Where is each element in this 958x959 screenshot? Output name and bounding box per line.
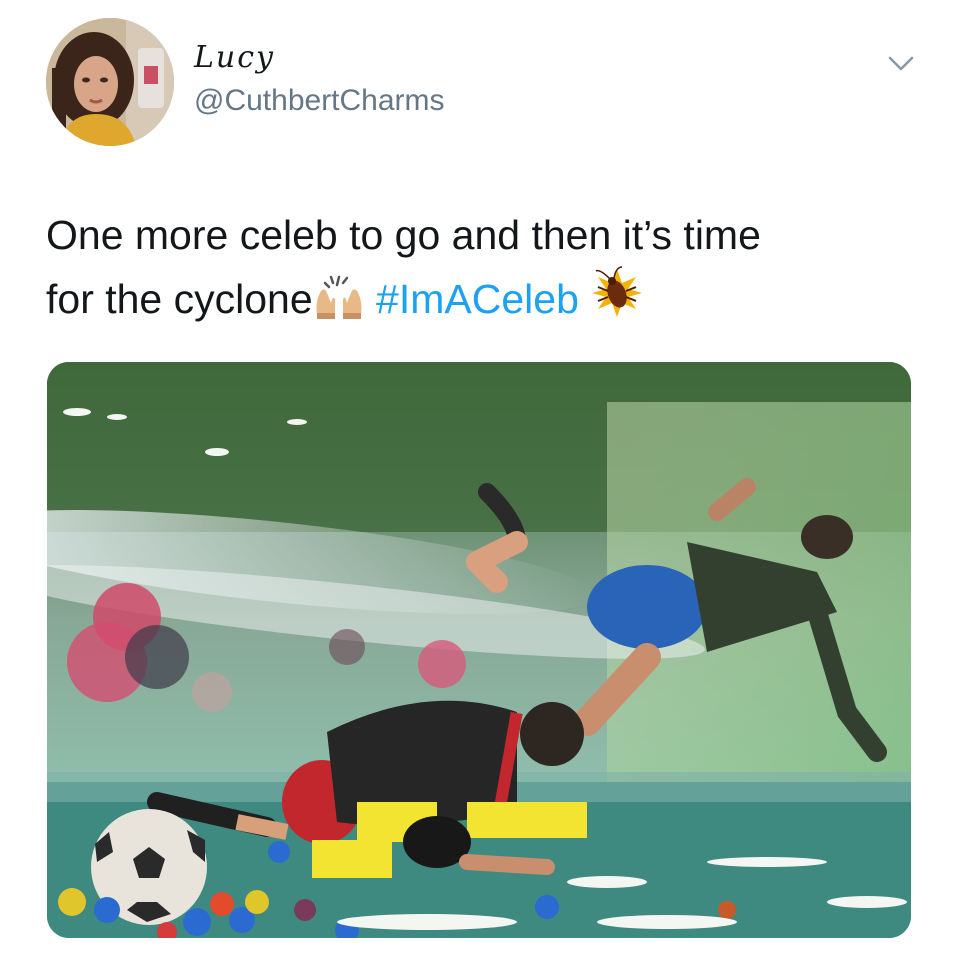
- cockroach-icon: [590, 265, 644, 335]
- tweet-text: One more celeb to go and then it’s time …: [46, 206, 926, 335]
- display-name[interactable]: Lucy: [194, 40, 275, 75]
- tweet-text-line2: for the cyclone #ImACeleb: [46, 265, 926, 335]
- chevron-down-icon[interactable]: [886, 52, 916, 76]
- tweet-card: Lucy @CuthbertCharms One more celeb to g…: [0, 0, 958, 959]
- tweet-text-line1: One more celeb to go and then it’s time: [46, 212, 761, 258]
- user-handle[interactable]: @CuthbertCharms: [194, 84, 445, 118]
- hashtag-link[interactable]: #ImACeleb: [376, 276, 579, 322]
- tweet-photo[interactable]: [47, 362, 911, 938]
- avatar[interactable]: [46, 18, 174, 146]
- raising-hands-icon: [313, 275, 365, 335]
- tweet-text-cyclone: for the cyclone: [46, 276, 313, 322]
